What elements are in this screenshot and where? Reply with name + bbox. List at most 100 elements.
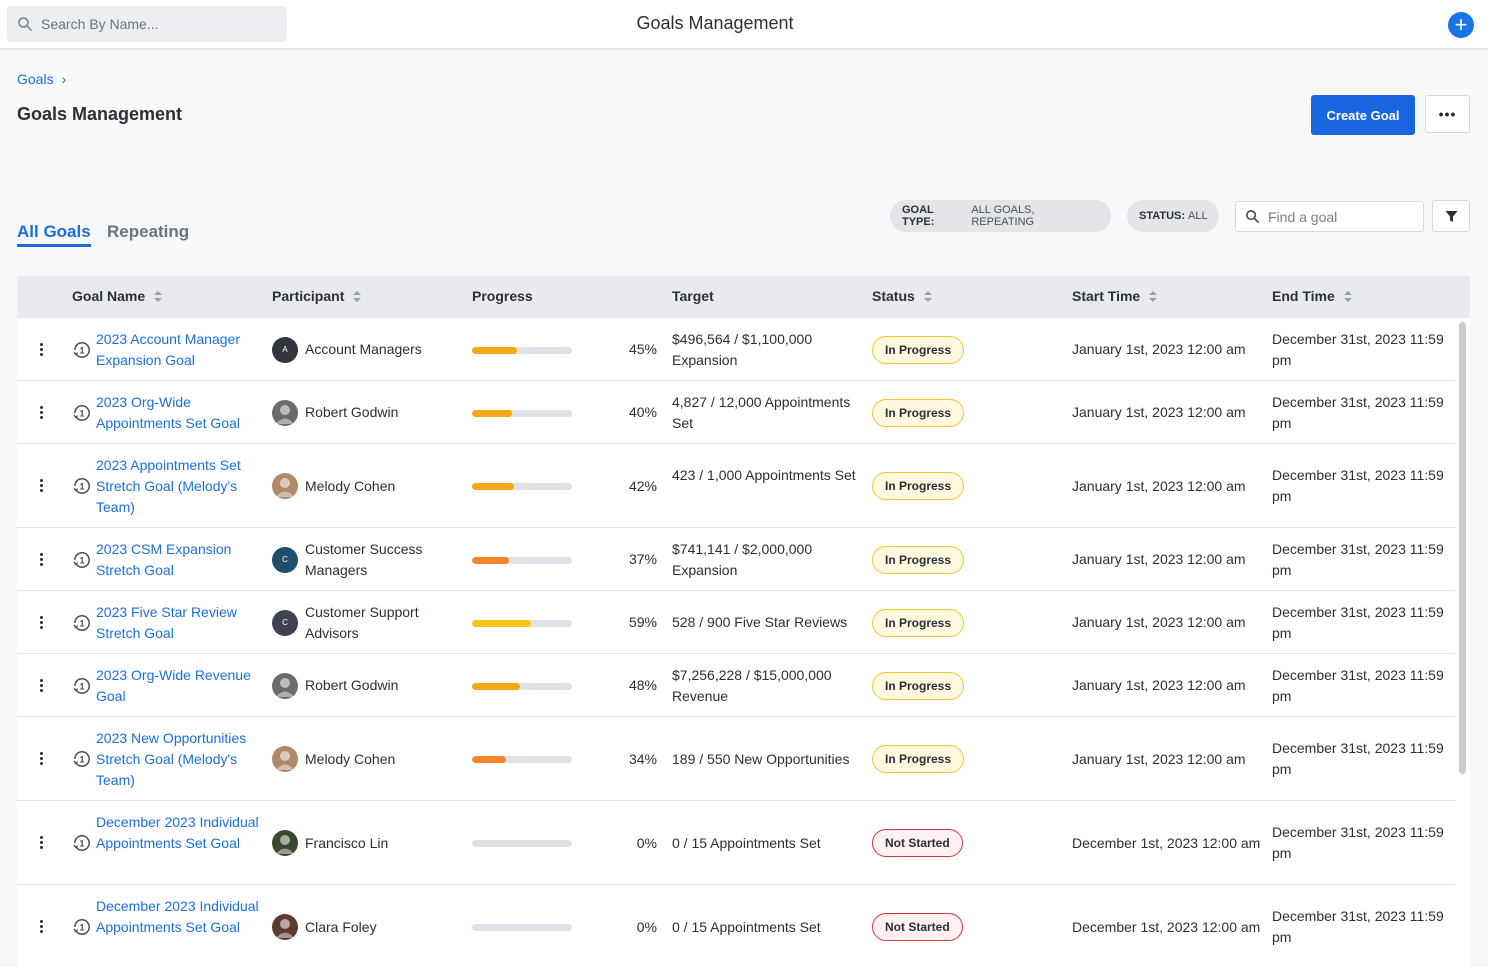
participant-name: Robert Godwin xyxy=(305,404,399,420)
progress-percent: 0% xyxy=(636,918,657,935)
progress-percent: 40% xyxy=(628,404,657,420)
column-header-participant[interactable]: Participant xyxy=(272,288,362,304)
progress-bar-fill xyxy=(472,619,531,627)
sort-icon[interactable] xyxy=(923,290,932,302)
column-header-start-time[interactable]: Start Time xyxy=(1072,288,1158,304)
status-badge: Not Started xyxy=(872,829,963,857)
sort-icon[interactable] xyxy=(154,290,163,302)
create-goal-button[interactable]: Create Goal xyxy=(1311,95,1415,135)
avatar: C xyxy=(272,546,298,573)
avatar: C xyxy=(272,609,298,636)
progress-bar xyxy=(472,682,572,690)
goal-name-link[interactable]: December 2023 Individual Appointments Se… xyxy=(96,896,266,938)
participant-name: Francisco Lin xyxy=(305,834,389,851)
progress-percent: 42% xyxy=(628,477,657,494)
status-filter-chip[interactable]: STATUS: ALL xyxy=(1127,200,1219,232)
goal-name-link[interactable]: 2023 Account Manager Expansion Goal xyxy=(96,329,266,371)
column-header-goal-name[interactable]: Goal Name xyxy=(72,288,163,304)
target-value: 0 / 15 Appointments Set xyxy=(672,834,821,851)
target-value: $496,564 / $1,100,000 Expansion xyxy=(672,330,813,368)
row-menu-icon[interactable] xyxy=(38,479,44,493)
goal-name-link[interactable]: 2023 Appointments Set Stretch Goal (Melo… xyxy=(96,455,266,518)
target-value: 528 / 900 Five Star Reviews xyxy=(672,614,848,630)
goal-type-filter-value: ALL GOALS, REPEATING xyxy=(971,204,1035,228)
column-header-status[interactable]: Status xyxy=(872,288,932,304)
table-row[interactable]: 1 2023 Five Star Review Stretch Goal C Cust… xyxy=(17,591,1455,654)
add-button[interactable]: + xyxy=(1448,12,1474,38)
goal-type-filter-chip[interactable]: GOAL TYPE: ALL GOALS, REPEATING xyxy=(890,200,1111,232)
target-value: 0 / 15 Appointments Set xyxy=(672,918,821,935)
row-menu-icon[interactable] xyxy=(38,836,44,850)
goal-name-link[interactable]: 2023 Org-Wide Appointments Set Goal xyxy=(96,392,266,434)
status-badge: Not Started xyxy=(872,913,963,941)
table-row[interactable]: 1 2023 Org-Wide Revenue Goal Robert Godwin… xyxy=(17,654,1455,717)
status-filter-value: ALL xyxy=(1188,210,1208,222)
goal-type-icon: 1 xyxy=(73,341,90,358)
table-row[interactable]: 1 December 2023 Individual Appointments S… xyxy=(17,801,1455,885)
progress-bar xyxy=(472,840,572,847)
progress-bar xyxy=(472,756,572,763)
row-menu-icon[interactable] xyxy=(38,920,44,934)
row-menu-icon[interactable] xyxy=(38,615,44,630)
participant-name: Clara Foley xyxy=(305,918,377,935)
sort-icon[interactable] xyxy=(1149,290,1158,302)
scrollbar-thumb[interactable] xyxy=(1459,322,1466,774)
progress-bar-fill xyxy=(472,483,514,490)
search-icon xyxy=(1246,210,1259,223)
row-menu-icon[interactable] xyxy=(38,678,44,693)
participant-name: Customer Support Advisors xyxy=(305,603,419,641)
goal-type-icon: 1 xyxy=(73,614,90,631)
target-value: 423 / 1,000 Appointments Set xyxy=(672,467,856,483)
status-badge: In Progress xyxy=(872,608,965,637)
goal-name-link[interactable]: 2023 CSM Expansion Stretch Goal xyxy=(96,539,266,581)
more-options-button[interactable]: ••• xyxy=(1425,95,1470,133)
row-menu-icon[interactable] xyxy=(38,405,44,420)
filter-button[interactable] xyxy=(1432,200,1470,232)
tab-all-goals[interactable]: All Goals xyxy=(17,222,91,247)
scrollbar[interactable] xyxy=(1455,318,1470,967)
goal-type-icon: 1 xyxy=(73,677,90,694)
table-row[interactable]: 1 2023 CSM Expansion Stretch Goal C Custome… xyxy=(17,528,1455,591)
end-time: December 31st, 2023 11:59 pm xyxy=(1272,740,1444,777)
table-row[interactable]: 1 2023 Appointments Set Stretch Goal (Mel… xyxy=(17,444,1455,528)
goal-name-link[interactable]: December 2023 Individual Appointments Se… xyxy=(96,812,266,854)
start-time: January 1st, 2023 12:00 am xyxy=(1072,750,1246,767)
breadcrumb-goals-link[interactable]: Goals xyxy=(17,71,54,87)
row-menu-icon[interactable] xyxy=(38,752,44,766)
end-time: December 31st, 2023 11:59 pm xyxy=(1272,908,1444,945)
goal-type-filter-key: GOAL TYPE: xyxy=(902,204,935,228)
table-row[interactable]: 1 December 2023 Individual Appointments S… xyxy=(17,885,1455,967)
progress-percent: 59% xyxy=(628,614,657,630)
row-menu-icon[interactable] xyxy=(38,552,44,567)
avatar xyxy=(272,914,298,940)
tab-repeating[interactable]: Repeating xyxy=(107,222,189,242)
start-time: January 1st, 2023 12:00 am xyxy=(1072,614,1246,630)
table-row[interactable]: 1 2023 New Opportunities Stretch Goal (Me… xyxy=(17,717,1455,801)
sort-icon[interactable] xyxy=(1343,290,1352,302)
table-row[interactable]: 1 2023 Org-Wide Appointments Set Goal Robe… xyxy=(17,381,1455,444)
find-goal-search[interactable] xyxy=(1235,201,1424,232)
row-menu-icon[interactable] xyxy=(38,342,44,357)
sort-icon[interactable] xyxy=(353,290,362,302)
goal-name-link[interactable]: 2023 Five Star Review Stretch Goal xyxy=(96,602,266,644)
goal-type-icon: 1 xyxy=(73,551,90,568)
goal-name-link[interactable]: 2023 New Opportunities Stretch Goal (Mel… xyxy=(96,728,266,791)
table-row[interactable]: 1 2023 Account Manager Expansion Goal A Acc… xyxy=(17,318,1455,381)
progress-percent: 34% xyxy=(628,750,657,767)
progress-bar-fill xyxy=(472,756,506,763)
svg-text:1: 1 xyxy=(79,838,84,848)
end-time: December 31st, 2023 11:59 pm xyxy=(1272,540,1444,578)
progress-percent: 37% xyxy=(628,551,657,567)
column-header-end-time[interactable]: End Time xyxy=(1272,288,1352,304)
svg-text:1: 1 xyxy=(79,618,84,628)
goal-name-link[interactable]: 2023 Org-Wide Revenue Goal xyxy=(96,665,266,707)
start-time: January 1st, 2023 12:00 am xyxy=(1072,341,1246,357)
avatar xyxy=(272,473,298,499)
goal-type-icon: 1 xyxy=(73,835,90,851)
column-header-label: Target xyxy=(672,288,714,304)
progress-bar xyxy=(472,556,572,564)
start-time: January 1st, 2023 12:00 am xyxy=(1072,551,1246,567)
participant-name: Melody Cohen xyxy=(305,477,396,494)
avatar xyxy=(272,830,298,856)
find-goal-input[interactable] xyxy=(1268,208,1418,225)
